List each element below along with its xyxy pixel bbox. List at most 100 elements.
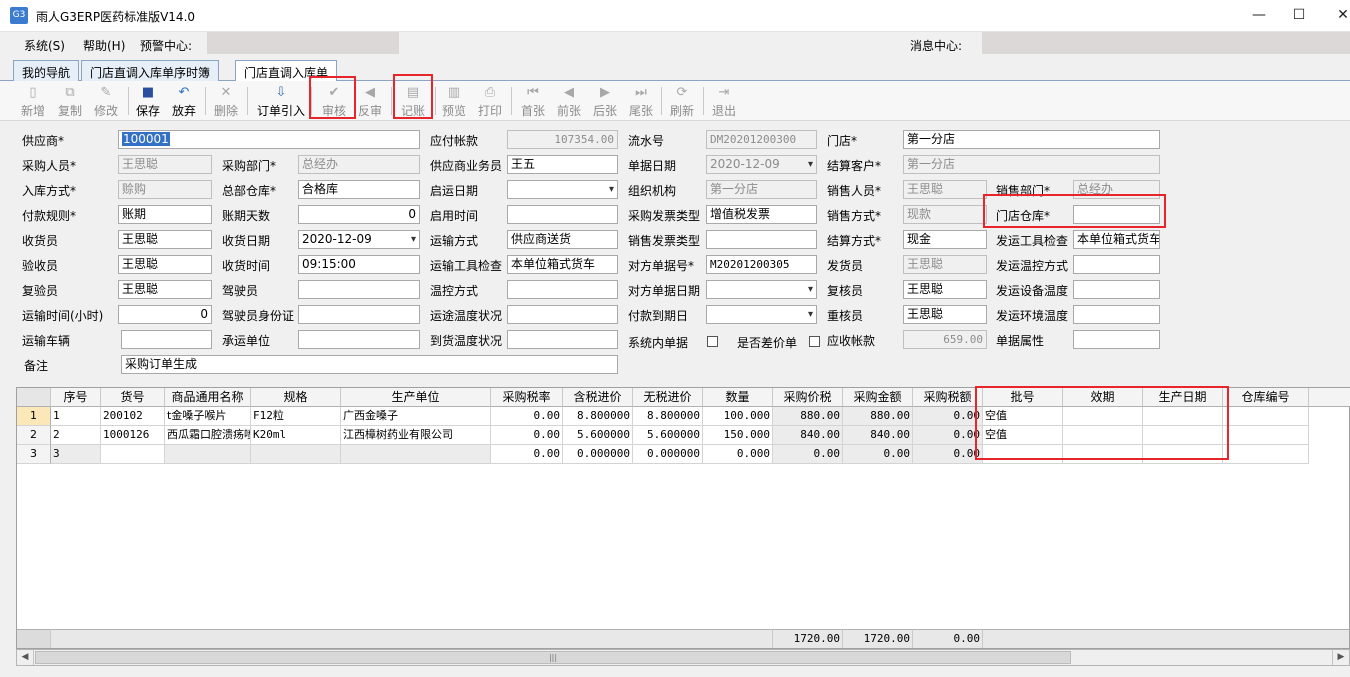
maximize-button[interactable]: ☐ xyxy=(1276,0,1322,32)
prev-record-button[interactable]: ◀ 前张 xyxy=(551,83,587,119)
col-header-quantity[interactable]: 数量 xyxy=(703,388,773,407)
purchase-invoice-field[interactable]: 增值税发票 xyxy=(706,205,817,224)
table-cell[interactable]: 0.00 xyxy=(491,445,563,464)
col-header-price-excl-tax[interactable]: 无税进价 xyxy=(633,388,703,407)
table-cell[interactable]: 0.00 xyxy=(843,445,913,464)
next-record-button[interactable]: ▶ 后张 xyxy=(587,83,623,119)
store-field[interactable]: 第一分店 xyxy=(903,130,1160,149)
table-cell[interactable]: 880.00 xyxy=(773,407,843,426)
transport-field[interactable]: 供应商送货 xyxy=(507,230,618,249)
credit-days-field[interactable]: 0 xyxy=(298,205,420,224)
table-cell[interactable]: 200102 xyxy=(101,407,165,426)
menu-system[interactable]: 系统(S) xyxy=(24,37,65,54)
rechecker-field[interactable]: 王思聪 xyxy=(118,280,212,299)
table-cell[interactable] xyxy=(251,445,341,464)
table-cell[interactable] xyxy=(1063,445,1143,464)
col-header-spec[interactable]: 规格 xyxy=(251,388,341,407)
temp-method-field[interactable] xyxy=(507,280,618,299)
scroll-left-icon[interactable]: ◀ xyxy=(17,650,34,665)
table-cell[interactable]: 0.000 xyxy=(703,445,773,464)
table-cell[interactable]: 空值 xyxy=(983,407,1063,426)
save-button[interactable]: ■ 保存 xyxy=(130,83,166,119)
table-cell[interactable] xyxy=(1063,426,1143,445)
doc-attr-field[interactable] xyxy=(1073,330,1160,349)
table-cell[interactable]: 8.800000 xyxy=(633,407,703,426)
table-cell[interactable]: 0.00 xyxy=(913,445,983,464)
driver-id-field[interactable] xyxy=(298,305,420,324)
table-cell[interactable] xyxy=(1143,445,1223,464)
table-cell[interactable]: 0.00 xyxy=(913,426,983,445)
table-cell[interactable]: 广西金嗓子 xyxy=(341,407,491,426)
table-cell[interactable]: 3 xyxy=(51,445,101,464)
col-header-batch-no[interactable]: 批号 xyxy=(983,388,1063,407)
transport-hours-field[interactable]: 0 xyxy=(118,305,212,324)
table-cell[interactable]: 1000126 xyxy=(101,426,165,445)
reweigher-field[interactable]: 王思聪 xyxy=(903,305,987,324)
table-cell[interactable]: 880.00 xyxy=(843,407,913,426)
buyer-field[interactable]: 王思聪 xyxy=(118,155,212,174)
table-cell[interactable] xyxy=(983,445,1063,464)
transport-tool-check-field[interactable]: 本单位箱式货车 xyxy=(507,255,618,274)
col-header-tax-rate[interactable]: 采购税率 xyxy=(491,388,563,407)
table-cell[interactable]: 0.000000 xyxy=(633,445,703,464)
sales-invoice-field[interactable] xyxy=(706,230,817,249)
hq-warehouse-field[interactable]: 合格库 xyxy=(298,180,420,199)
last-record-button[interactable]: ⏭ 尾张 xyxy=(623,83,659,119)
table-cell[interactable] xyxy=(101,445,165,464)
vehicle-field[interactable] xyxy=(121,330,212,349)
col-header-amount[interactable]: 采购金额 xyxy=(843,388,913,407)
col-header-production-date[interactable]: 生产日期 xyxy=(1143,388,1223,407)
table-cell[interactable]: 5.600000 xyxy=(563,426,633,445)
table-cell[interactable] xyxy=(165,445,251,464)
doc-date-field[interactable]: 2020-12-09 xyxy=(706,155,817,174)
ship-env-temp-field[interactable] xyxy=(1073,305,1160,324)
table-cell[interactable]: 840.00 xyxy=(843,426,913,445)
table-cell[interactable]: 江西樟树药业有限公司 xyxy=(341,426,491,445)
scroll-thumb[interactable]: ||| xyxy=(35,651,1071,664)
col-header-tax[interactable]: 采购税额 xyxy=(913,388,983,407)
delete-button[interactable]: ✕ 删除 xyxy=(208,83,244,119)
print-button[interactable]: ⎙ 打印 xyxy=(472,83,508,119)
carrier-field[interactable] xyxy=(298,330,420,349)
refresh-button[interactable]: ⟳ 刷新 xyxy=(664,83,700,119)
table-cell[interactable]: 0.000000 xyxy=(563,445,633,464)
receive-date-field[interactable]: 2020-12-09 xyxy=(298,230,420,249)
shipper-field[interactable]: 王思聪 xyxy=(903,255,987,274)
table-cell[interactable]: 150.000 xyxy=(703,426,773,445)
first-record-button[interactable]: ⏮ 首张 xyxy=(515,83,551,119)
table-cell[interactable]: 0.00 xyxy=(913,407,983,426)
row-header[interactable]: 3 xyxy=(17,445,51,464)
stock-in-type-field[interactable]: 赊购 xyxy=(118,180,212,199)
preview-button[interactable]: ▥ 预览 xyxy=(436,83,472,119)
grid-corner[interactable] xyxy=(17,388,51,407)
table-cell[interactable]: 0.00 xyxy=(491,426,563,445)
driver-field[interactable] xyxy=(298,280,420,299)
tab-order-journal[interactable]: 门店直调入库单序时簿 xyxy=(81,60,220,81)
audit-button[interactable]: ✔ 审核 xyxy=(316,83,352,119)
reviewer-field[interactable]: 王思聪 xyxy=(903,280,987,299)
new-button[interactable]: ▯ 新增 xyxy=(15,83,51,119)
col-header-seq[interactable]: 序号 xyxy=(51,388,101,407)
ship-date-field[interactable] xyxy=(507,180,618,199)
table-cell[interactable] xyxy=(1143,407,1223,426)
close-button[interactable]: ✕ xyxy=(1320,0,1350,32)
table-cell[interactable]: K20ml xyxy=(251,426,341,445)
edit-button[interactable]: ✎ 修改 xyxy=(88,83,124,119)
ship-device-temp-field[interactable] xyxy=(1073,280,1160,299)
ship-tool-check-field[interactable]: 本单位箱式货车 xyxy=(1073,230,1160,249)
remark-field[interactable]: 采购订单生成 xyxy=(121,355,618,374)
col-header-warehouse-no[interactable]: 仓库编号 xyxy=(1223,388,1309,407)
counter-doc-no-field[interactable]: M20201200305 xyxy=(706,255,817,274)
col-header-expiry[interactable]: 效期 xyxy=(1063,388,1143,407)
route-temp-field[interactable] xyxy=(507,305,618,324)
table-cell[interactable] xyxy=(1223,407,1309,426)
table-cell[interactable]: 西瓜霜口腔溃疡喷 xyxy=(165,426,251,445)
table-cell[interactable] xyxy=(1063,407,1143,426)
col-header-item-no[interactable]: 货号 xyxy=(101,388,165,407)
tab-store-transfer-receipt[interactable]: 门店直调入库单 xyxy=(235,60,338,82)
table-cell[interactable]: 0.00 xyxy=(773,445,843,464)
sales-method-field[interactable]: 现款 xyxy=(903,205,987,224)
row-header[interactable]: 1 xyxy=(17,407,51,426)
table-cell[interactable]: 0.00 xyxy=(491,407,563,426)
enable-time-field[interactable] xyxy=(507,205,618,224)
